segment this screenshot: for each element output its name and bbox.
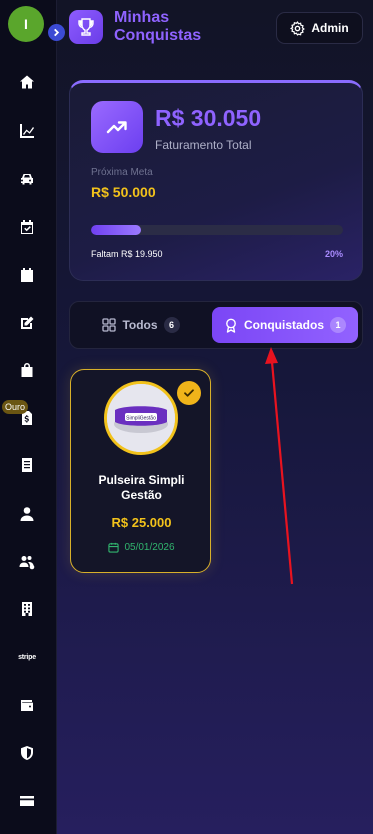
stripe-label: stripe: [18, 653, 36, 661]
trending-up-icon: [91, 101, 143, 153]
tab-achieved-count: 1: [330, 317, 346, 333]
tab-achieved-label: Conquistados: [244, 318, 324, 332]
gear-icon: [290, 20, 306, 36]
achievement-tabs: Todos 6 Conquistados 1: [69, 301, 363, 349]
building-icon[interactable]: [17, 599, 37, 619]
level-badge: Ouro: [2, 400, 29, 414]
sidebar: I Ouro stripe: [0, 0, 57, 834]
wristband-brand-text: SimpliGestão: [126, 415, 156, 421]
achievement-card[interactable]: SimpliGestão Pulseira Simpli Gestão R$ 2…: [70, 369, 211, 573]
revenue-card: R$ 30.050 Faturamento Total Próxima Meta…: [69, 80, 363, 281]
admin-label: Admin: [311, 21, 349, 35]
edit-icon[interactable]: [17, 313, 37, 333]
shopping-bag-icon[interactable]: [17, 360, 37, 380]
calendar-check-icon[interactable]: [17, 217, 37, 237]
tab-all-label: Todos: [122, 318, 158, 332]
chevron-right-icon: [54, 28, 60, 37]
revenue-amount: R$ 30.050: [155, 105, 262, 131]
remaining-amount: Faltam R$ 19.950: [91, 249, 163, 259]
calendar-icon: [108, 542, 120, 553]
credit-card-icon[interactable]: [17, 791, 37, 811]
home-icon[interactable]: [17, 72, 37, 92]
next-goal-label: Próxima Meta: [91, 167, 153, 178]
car-icon[interactable]: [17, 169, 37, 189]
tab-all[interactable]: Todos 6: [76, 307, 206, 343]
achievement-name: Pulseira Simpli Gestão: [98, 473, 185, 502]
goal-progress-fill: [91, 225, 142, 235]
trophy-icon: [69, 10, 103, 44]
tab-all-count: 6: [163, 317, 180, 333]
award-icon: [226, 318, 236, 333]
avatar-initial: I: [24, 16, 28, 32]
wallet-icon[interactable]: [17, 695, 37, 715]
shield-icon[interactable]: [17, 743, 37, 763]
calendar-icon[interactable]: [17, 265, 37, 285]
users-cog-icon[interactable]: [17, 552, 37, 572]
chart-line-icon[interactable]: [17, 121, 37, 141]
achievement-value: R$ 25.000: [111, 515, 172, 530]
user-avatar[interactable]: I: [8, 6, 44, 42]
next-goal-value: R$ 50.000: [91, 184, 156, 200]
goal-progress-bar: [91, 225, 343, 235]
revenue-label: Faturamento Total: [155, 138, 252, 152]
wristband-image: SimpliGestão: [107, 384, 175, 452]
achievement-date-row: 05/01/2026: [71, 542, 212, 553]
sidebar-expand-button[interactable]: [48, 24, 65, 41]
page-title: Minhas Conquistas: [114, 9, 202, 44]
achievement-image: SimpliGestão: [104, 381, 178, 455]
achievement-date: 05/01/2026: [124, 542, 175, 553]
user-icon[interactable]: [17, 504, 37, 524]
document-icon[interactable]: [17, 455, 37, 475]
stripe-icon[interactable]: stripe: [17, 647, 37, 667]
progress-percent: 20%: [324, 249, 343, 259]
check-icon: [177, 381, 201, 405]
grid-icon: [102, 318, 117, 332]
admin-button[interactable]: Admin: [276, 12, 363, 44]
tab-achieved[interactable]: Conquistados 1: [212, 307, 358, 343]
